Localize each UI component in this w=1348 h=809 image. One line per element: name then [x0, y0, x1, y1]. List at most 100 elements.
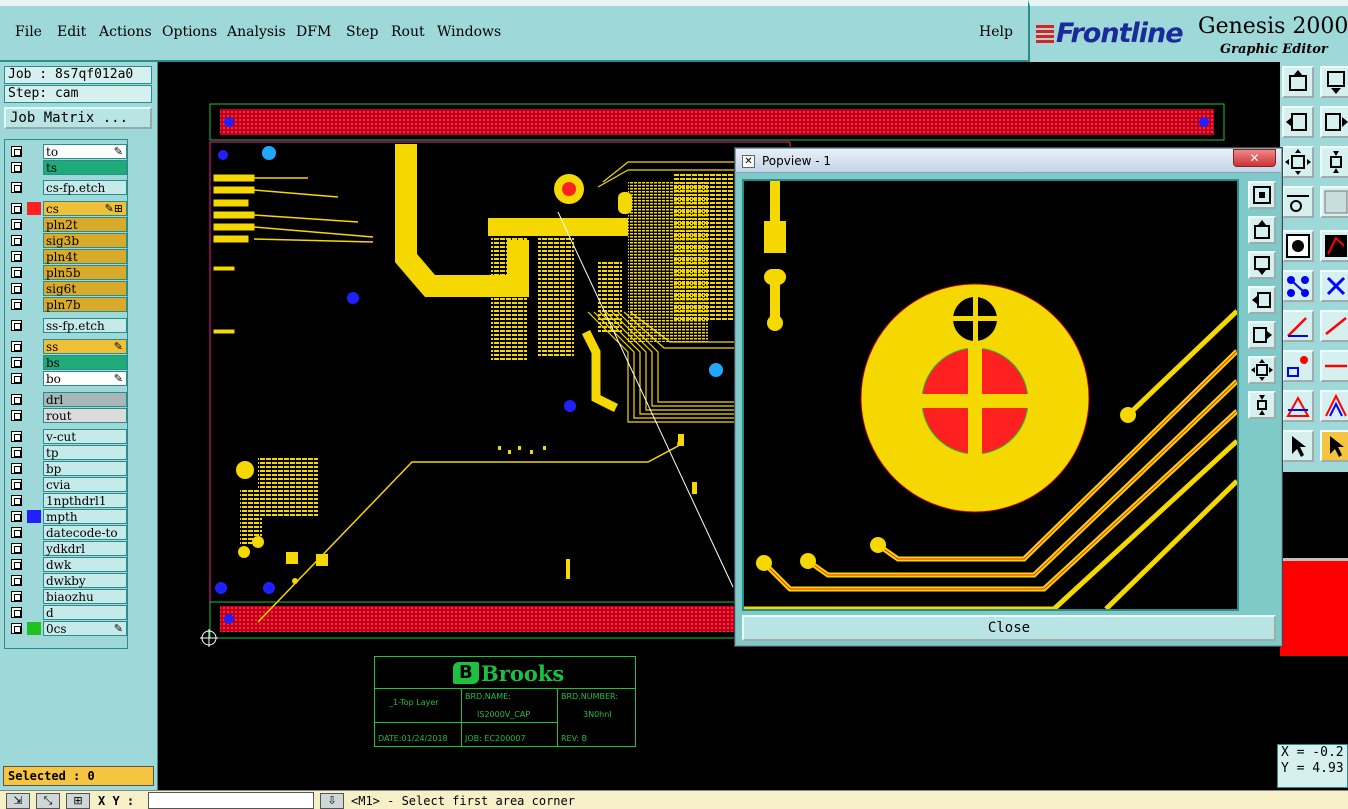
layer-checkbox[interactable]: [11, 219, 22, 230]
menu-dfm[interactable]: DFM: [296, 24, 331, 40]
menu-analysis[interactable]: Analysis: [227, 24, 286, 40]
layer-row-0cs[interactable]: 0cs ✎: [7, 621, 127, 636]
layer-row-v-cut[interactable]: v-cut: [7, 429, 127, 444]
layer-checkbox[interactable]: [11, 394, 22, 405]
layer-row-d[interactable]: d: [7, 605, 127, 620]
layer-row-pln7b[interactable]: pln7b: [7, 297, 127, 312]
layer-name[interactable]: sig3b: [43, 233, 127, 248]
menu-help[interactable]: Help: [979, 24, 1013, 40]
menu-actions[interactable]: Actions: [99, 24, 152, 40]
layer-checkbox[interactable]: [11, 511, 22, 522]
layer-row-cvia[interactable]: cvia: [7, 477, 127, 492]
layer-name[interactable]: ss-fp.etch: [43, 318, 127, 333]
zoom-out-icon[interactable]: [1248, 391, 1276, 419]
layer-name[interactable]: bo ✎: [43, 371, 127, 386]
move-up-icon[interactable]: [1282, 66, 1314, 98]
triangle-icon[interactable]: [1282, 390, 1314, 422]
pan-down-icon[interactable]: [1248, 251, 1276, 279]
layer-row-bp[interactable]: bp: [7, 461, 127, 476]
layer-name[interactable]: bs: [43, 355, 127, 370]
zoom-window-icon[interactable]: [1248, 181, 1276, 209]
layer-row-biaozhu[interactable]: biaozhu: [7, 589, 127, 604]
layer-name[interactable]: drl: [43, 392, 127, 407]
layer-row-sig6t[interactable]: sig6t: [7, 281, 127, 296]
layer-name[interactable]: tp: [43, 445, 127, 460]
net-icon[interactable]: [1282, 270, 1314, 302]
menu-options[interactable]: Options: [162, 24, 217, 40]
xy-input[interactable]: [148, 792, 314, 809]
layer-checkbox[interactable]: [11, 146, 22, 157]
zoom-in-icon[interactable]: [1248, 356, 1276, 384]
layer-checkbox[interactable]: [11, 357, 22, 368]
layer-checkbox[interactable]: [11, 543, 22, 554]
layer-name[interactable]: bp: [43, 461, 127, 476]
menu-file[interactable]: File: [15, 24, 42, 40]
layer-row-tp[interactable]: tp: [7, 445, 127, 460]
layer-name[interactable]: pln7b: [43, 297, 127, 312]
layer-name[interactable]: pln2t: [43, 217, 127, 232]
layer-checkbox[interactable]: [11, 410, 22, 421]
layer-name[interactable]: pln4t: [43, 249, 127, 264]
window-select-icon[interactable]: ⇲: [6, 793, 30, 809]
layer-row-dwkby[interactable]: dwkby: [7, 573, 127, 588]
layer-checkbox[interactable]: [11, 251, 22, 262]
layer-name[interactable]: cs-fp.etch: [43, 180, 127, 195]
zoom-out-icon[interactable]: [1320, 146, 1348, 178]
layer-row-ydkdrl[interactable]: ydkdrl: [7, 541, 127, 556]
popview-canvas[interactable]: [742, 179, 1239, 611]
layer-name[interactable]: ss ✎: [43, 339, 127, 354]
layer-row-to[interactable]: to ✎: [7, 144, 127, 159]
move-down-icon[interactable]: [1320, 66, 1348, 98]
arc-icon[interactable]: [1320, 390, 1348, 422]
layer-name[interactable]: d: [43, 605, 127, 620]
layer-row-pln4t[interactable]: pln4t: [7, 249, 127, 264]
layer-row-ts[interactable]: ts: [7, 160, 127, 175]
layer-name[interactable]: rout: [43, 408, 127, 423]
move-right-icon[interactable]: [1320, 106, 1348, 138]
layer-name[interactable]: to ✎: [43, 144, 127, 159]
layer-row-rout[interactable]: rout: [7, 408, 127, 423]
layer-checkbox[interactable]: [11, 373, 22, 384]
layer-row-mpth[interactable]: mpth: [7, 509, 127, 524]
layer-row-ss[interactable]: ss ✎: [7, 339, 127, 354]
pan-right-icon[interactable]: [1248, 321, 1276, 349]
select-feature-icon[interactable]: [1282, 230, 1314, 262]
layer-checkbox[interactable]: [11, 162, 22, 173]
grid-snap-icon[interactable]: ⊞: [66, 793, 90, 809]
pad-icon[interactable]: [1282, 350, 1314, 382]
layer-row-1npthdrl1[interactable]: 1npthdrl1: [7, 493, 127, 508]
layer-checkbox[interactable]: [11, 320, 22, 331]
menu-step[interactable]: Step: [346, 24, 378, 40]
layer-row-bs[interactable]: bs: [7, 355, 127, 370]
polygon-icon[interactable]: [1320, 230, 1348, 262]
layer-checkbox[interactable]: [11, 591, 22, 602]
layer-checkbox[interactable]: [11, 495, 22, 506]
layer-name[interactable]: pln5b: [43, 265, 127, 280]
measure-icon[interactable]: [1282, 186, 1314, 218]
layer-name[interactable]: datecode-to: [43, 525, 127, 540]
layer-checkbox[interactable]: [11, 182, 22, 193]
diagonal-select-icon[interactable]: ⤡: [36, 793, 60, 809]
layer-name[interactable]: dwk: [43, 557, 127, 572]
layer-checkbox[interactable]: [11, 447, 22, 458]
close-icon[interactable]: ✕: [1233, 149, 1276, 167]
layer-row-drl[interactable]: drl: [7, 392, 127, 407]
horizontal-line-icon[interactable]: [1320, 350, 1348, 382]
layer-checkbox[interactable]: [11, 607, 22, 618]
layer-row-dwk[interactable]: dwk: [7, 557, 127, 572]
layer-checkbox[interactable]: [11, 479, 22, 490]
layer-checkbox[interactable]: [11, 267, 22, 278]
diagonal-icon[interactable]: [1320, 310, 1348, 342]
popview-titlebar[interactable]: ✕ Popview - 1 ✕: [736, 149, 1281, 173]
menu-rout[interactable]: Rout: [391, 24, 425, 40]
job-matrix-button[interactable]: Job Matrix ...: [4, 107, 152, 129]
layer-row-sig3b[interactable]: sig3b: [7, 233, 127, 248]
layer-checkbox[interactable]: [11, 623, 22, 634]
cross-icon[interactable]: [1320, 270, 1348, 302]
layer-row-cs[interactable]: cs ✎⊞: [7, 201, 127, 216]
layer-name[interactable]: mpth: [43, 509, 127, 524]
popview-close-button[interactable]: Close: [742, 615, 1276, 641]
pan-up-icon[interactable]: [1248, 216, 1276, 244]
layer-checkbox[interactable]: [11, 431, 22, 442]
menu-edit[interactable]: Edit: [57, 24, 86, 40]
